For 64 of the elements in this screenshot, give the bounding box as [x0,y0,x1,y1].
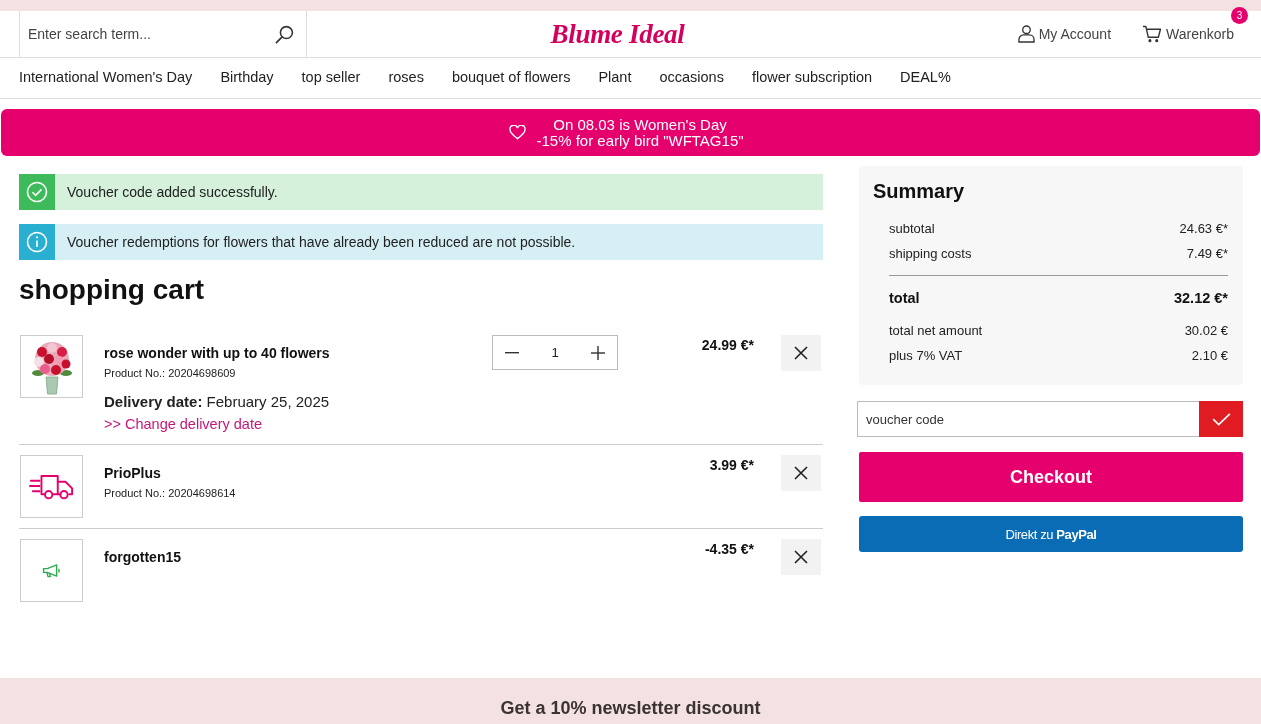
close-icon [794,346,808,360]
product-name[interactable]: PrioPlus [104,464,161,482]
cart-title: shopping cart [19,274,206,306]
summary-label: total [889,289,920,308]
item-price: 24.99 €* [700,336,754,355]
nav-link[interactable]: flower subscription [751,69,872,85]
remove-button[interactable] [781,539,821,575]
remove-button[interactable] [781,335,821,371]
summary-label: subtotal [889,220,935,238]
apply-voucher-button[interactable] [1199,401,1243,437]
summary-label: shipping costs [889,245,972,263]
nav-link[interactable]: Birthday [220,69,274,85]
thumbnail-frame[interactable] [20,539,83,602]
product-number: Product No.: 20204698609 [104,366,236,380]
nav-link[interactable]: International Women's Day [19,69,193,85]
logo[interactable]: Blume Ideal [550,18,685,50]
change-delivery-link[interactable]: >> Change delivery date [104,414,262,434]
cart-icon [1142,25,1163,43]
promo-banner[interactable]: On 08.03 is Women's Day -15% for early bird "WFTAG15" [1,109,1260,156]
nav-link[interactable]: bouquet of flowers [451,69,571,85]
summary-label: total net amount [889,322,983,340]
product-number: Product No.: 20204698614 [104,486,236,500]
nav-link[interactable]: roses [388,69,424,85]
nav-link[interactable]: occasions [659,69,724,85]
checkout-button[interactable]: Checkout [859,452,1243,502]
cart-count-badge: 3 [1231,7,1248,24]
summary-value: 7.49 €* [1186,245,1228,263]
summary-value: 30.02 € [1184,322,1228,340]
minus-icon [505,351,519,354]
alert-text: Voucher code added successfully. [67,184,278,200]
delivery-date: Delivery date: February 25, 2025 [104,392,330,412]
thumbnail-frame[interactable] [20,335,83,398]
item-price: -4.35 €* [703,540,754,559]
thumbnail-frame[interactable] [20,455,83,518]
search-icon [275,24,294,44]
nav-link[interactable]: top seller [301,69,361,85]
newsletter-title: Get a 10% newsletter discount [499,697,762,719]
info-icon [19,224,55,260]
paypal-button[interactable]: Direkt zu PayPal [859,516,1243,552]
banner-text: On 08.03 is Women's Day -15% for early bird "WFTAG15" [536,116,744,149]
close-icon [794,466,808,480]
truck-icon [28,473,75,500]
check-icon [1211,412,1231,426]
heart-icon [509,125,527,140]
quantity-value[interactable]: 1 [551,345,559,360]
nav-link[interactable]: DEAL% [900,69,951,85]
user-icon [1017,25,1035,43]
product-name[interactable]: rose wonder with up to 40 flowers [104,344,330,362]
summary-title: Summary [873,179,966,204]
summary-label: plus 7% VAT [889,347,963,365]
close-icon [794,550,808,564]
nav-link[interactable]: Plant [598,69,632,85]
alert-text: Voucher redemptions for flowers that have already been reduced are not possible. [67,234,576,250]
remove-button[interactable] [781,455,821,491]
item-price: 3.99 €* [708,456,754,475]
summary-value: 32.12 €* [1173,289,1228,308]
plus-icon [591,345,605,360]
summary-value: 24.63 €* [1179,220,1228,238]
account-link[interactable]: My Account [1017,25,1112,43]
search-field[interactable]: Enter search term... [20,17,273,51]
megaphone-icon [42,563,61,578]
voucher-code-field[interactable]: voucher code [857,401,1199,437]
summary-value: 2.10 € [1191,347,1228,365]
product-name[interactable]: forgotten15 [104,548,181,566]
